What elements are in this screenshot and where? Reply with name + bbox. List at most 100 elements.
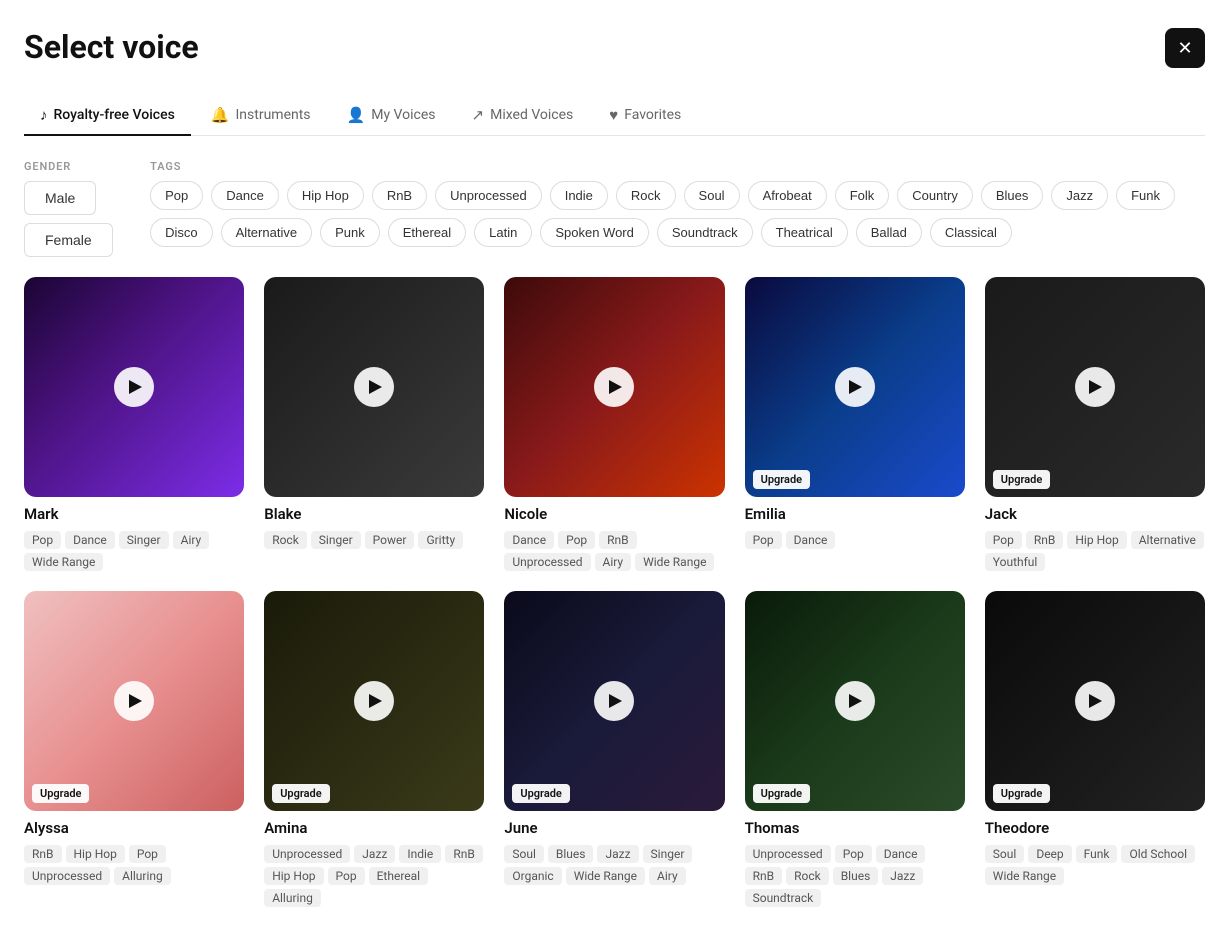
upgrade-badge-thomas[interactable]: Upgrade — [753, 784, 810, 803]
tag-btn-rock[interactable]: Rock — [616, 181, 676, 210]
voice-tag-item: Dance — [876, 845, 926, 863]
tag-btn-soul[interactable]: Soul — [684, 181, 740, 210]
tag-btn-funk[interactable]: Funk — [1116, 181, 1175, 210]
tag-btn-dance[interactable]: Dance — [211, 181, 279, 210]
tag-btn-ethereal[interactable]: Ethereal — [388, 218, 466, 247]
tabs-nav: ♪ Royalty-free Voices 🔔 Instruments 👤 My… — [24, 96, 1205, 136]
voice-tag-item: Pop — [745, 531, 782, 549]
tag-btn-disco[interactable]: Disco — [150, 218, 213, 247]
play-button-emilia[interactable] — [835, 367, 875, 407]
voice-tag-item: Airy — [595, 553, 632, 571]
tag-btn-unprocessed[interactable]: Unprocessed — [435, 181, 542, 210]
voice-tag-item: Old School — [1121, 845, 1195, 863]
play-button-mark[interactable] — [114, 367, 154, 407]
upgrade-badge-jack[interactable]: Upgrade — [993, 470, 1050, 489]
play-button-theodore[interactable] — [1075, 681, 1115, 721]
voice-name-jack: Jack — [985, 505, 1205, 523]
voice-tag-item: Airy — [649, 867, 686, 885]
tag-btn-latin[interactable]: Latin — [474, 218, 532, 247]
voices-grid: MarkPopDanceSingerAiryWide RangeBlakeRoc… — [24, 277, 1205, 907]
tag-btn-blues[interactable]: Blues — [981, 181, 1044, 210]
voice-tag-item: Dance — [65, 531, 115, 549]
voice-tags-amina: UnprocessedJazzIndieRnBHip HopPopEtherea… — [264, 845, 484, 907]
voice-tag-item: Pop — [24, 531, 61, 549]
voice-tags-jack: PopRnBHip HopAlternativeYouthful — [985, 531, 1205, 571]
tag-btn-jazz[interactable]: Jazz — [1051, 181, 1108, 210]
play-button-amina[interactable] — [354, 681, 394, 721]
voice-name-thomas: Thomas — [745, 819, 965, 837]
tag-btn-pop[interactable]: Pop — [150, 181, 203, 210]
voice-tag-item: Wide Range — [24, 553, 103, 571]
voice-tag-item: Rock — [786, 867, 829, 885]
tag-btn-theatrical[interactable]: Theatrical — [761, 218, 848, 247]
voice-tag-item: Wide Range — [985, 867, 1064, 885]
tag-btn-punk[interactable]: Punk — [320, 218, 380, 247]
tab-favorites[interactable]: ♥ Favorites — [593, 96, 697, 136]
tag-btn-hip-hop[interactable]: Hip Hop — [287, 181, 364, 210]
voice-tag-item: Ethereal — [369, 867, 428, 885]
play-button-nicole[interactable] — [594, 367, 634, 407]
voice-tags-nicole: DancePopRnBUnprocessedAiryWide Range — [504, 531, 724, 571]
voice-card-jack: Upgrade Jack PopRnBHip HopAlternativeYouth… — [985, 277, 1205, 571]
voice-tag-item: Organic — [504, 867, 561, 885]
tag-btn-alternative[interactable]: Alternative — [221, 218, 312, 247]
voice-tag-item: Dance — [504, 531, 554, 549]
tag-btn-ballad[interactable]: Ballad — [856, 218, 922, 247]
voice-tag-item: Blues — [833, 867, 879, 885]
tag-btn-afrobeat[interactable]: Afrobeat — [748, 181, 827, 210]
tab-mixed-voices[interactable]: ↗ Mixed Voices — [456, 96, 590, 136]
heart-icon: ♥ — [609, 106, 618, 124]
voice-tags-alyssa: RnBHip HopPopUnprocessedAlluring — [24, 845, 244, 885]
voice-tag-item: Alluring — [264, 889, 321, 907]
tag-btn-spoken-word[interactable]: Spoken Word — [540, 218, 649, 247]
upgrade-badge-theodore[interactable]: Upgrade — [993, 784, 1050, 803]
voice-tag-item: Wide Range — [566, 867, 645, 885]
upgrade-badge-june[interactable]: Upgrade — [512, 784, 569, 803]
voice-tag-item: Unprocessed — [745, 845, 831, 863]
voice-name-amina: Amina — [264, 819, 484, 837]
play-button-alyssa[interactable] — [114, 681, 154, 721]
tab-instruments[interactable]: 🔔 Instruments — [195, 96, 327, 136]
voice-tag-item: Pop — [129, 845, 166, 863]
play-button-blake[interactable] — [354, 367, 394, 407]
voice-tag-item: Gritty — [418, 531, 463, 549]
voice-tag-item: Singer — [643, 845, 693, 863]
voice-tag-item: Jazz — [354, 845, 395, 863]
voice-tag-item: Indie — [399, 845, 441, 863]
voice-card-thomas: UpgradeThomasUnprocessedPopDanceRnBRockB… — [745, 591, 965, 907]
voice-tag-item: Rock — [264, 531, 307, 549]
tag-btn-classical[interactable]: Classical — [930, 218, 1012, 247]
voice-tag-item: Alluring — [114, 867, 171, 885]
voice-thumb-blake — [264, 277, 484, 497]
voice-tags-june: SoulBluesJazzSingerOrganicWide RangeAiry — [504, 845, 724, 885]
gender-label: GENDER — [24, 160, 118, 173]
play-button-june[interactable] — [594, 681, 634, 721]
tab-my-voices[interactable]: 👤 My Voices — [331, 96, 452, 136]
voice-card-blake: BlakeRockSingerPowerGritty — [264, 277, 484, 571]
voice-tag-item: Unprocessed — [504, 553, 590, 571]
voice-card-june: UpgradeJuneSoulBluesJazzSingerOrganicWid… — [504, 591, 724, 907]
voice-tag-item: Soul — [985, 845, 1025, 863]
tag-btn-indie[interactable]: Indie — [550, 181, 608, 210]
tag-btn-rnb[interactable]: RnB — [372, 181, 427, 210]
voice-tag-item: Blues — [548, 845, 594, 863]
tag-btn-folk[interactable]: Folk — [835, 181, 890, 210]
gender-female-btn[interactable]: Female — [24, 223, 113, 257]
close-button[interactable]: ✕ — [1165, 28, 1205, 68]
tab-royalty-free[interactable]: ♪ Royalty-free Voices — [24, 96, 191, 136]
play-button-thomas[interactable] — [835, 681, 875, 721]
voice-thumb-june: Upgrade — [504, 591, 724, 811]
voice-tag-item: Hip Hop — [264, 867, 323, 885]
upgrade-badge-alyssa[interactable]: Upgrade — [32, 784, 89, 803]
voice-name-june: June — [504, 819, 724, 837]
play-button-jack[interactable] — [1075, 367, 1115, 407]
voice-tag-item: Wide Range — [635, 553, 714, 571]
upgrade-badge-emilia[interactable]: Upgrade — [753, 470, 810, 489]
tags-filter: TAGS PopDanceHip HopRnBUnprocessedIndieR… — [150, 160, 1205, 247]
bell-icon: 🔔 — [211, 106, 230, 124]
tag-btn-country[interactable]: Country — [897, 181, 973, 210]
upgrade-badge-amina[interactable]: Upgrade — [272, 784, 329, 803]
voice-tag-item: Hip Hop — [66, 845, 125, 863]
tag-btn-soundtrack[interactable]: Soundtrack — [657, 218, 753, 247]
gender-male-btn[interactable]: Male — [24, 181, 96, 215]
